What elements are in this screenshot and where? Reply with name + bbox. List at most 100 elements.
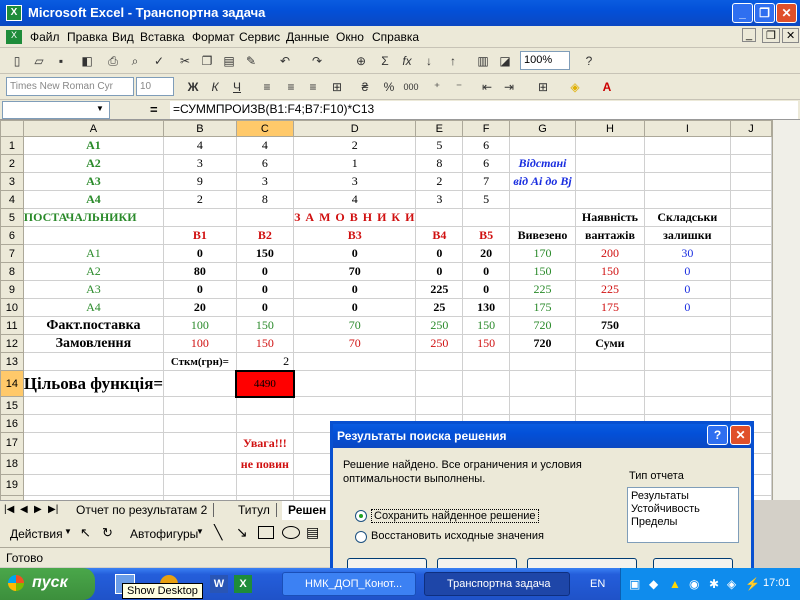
cell[interactable]	[508, 352, 577, 371]
column-header[interactable]: F	[462, 120, 510, 137]
cell[interactable]: 150	[462, 316, 510, 335]
row-header[interactable]: 6	[0, 226, 24, 245]
cell[interactable]: 130	[462, 298, 510, 317]
cell[interactable]: 2	[415, 172, 464, 191]
cell[interactable]: 2	[293, 136, 417, 155]
drawing-icon[interactable]: ◪	[496, 52, 514, 70]
sheet-tab-active[interactable]: Решен	[282, 501, 333, 521]
percent-icon[interactable]: %	[380, 78, 398, 96]
start-button[interactable]: пуск	[0, 568, 95, 600]
actions-dropdown-icon[interactable]: ▼	[64, 527, 72, 536]
cell[interactable]: 150	[235, 316, 295, 335]
new-icon[interactable]: ▯	[8, 52, 26, 70]
sheet-tab[interactable]: Титул	[232, 503, 277, 517]
cell[interactable]: залишки	[643, 226, 731, 245]
cell[interactable]: 25	[415, 298, 464, 317]
paste-icon[interactable]: ▤	[220, 52, 238, 70]
row-header[interactable]: 10	[0, 298, 24, 317]
cell[interactable]: A4	[22, 190, 165, 209]
row-header[interactable]: 14	[0, 370, 24, 397]
cell[interactable]: Наявність	[575, 208, 645, 227]
row-header[interactable]: 19	[0, 474, 24, 496]
cell[interactable]	[729, 334, 772, 353]
row-header[interactable]: 3	[0, 172, 24, 191]
cell[interactable]	[293, 370, 417, 397]
cell[interactable]: 200	[575, 244, 645, 263]
row-header[interactable]: 7	[0, 244, 24, 263]
cell[interactable]	[235, 208, 295, 227]
cell[interactable]: 6	[462, 136, 510, 155]
cell[interactable]	[22, 396, 165, 415]
cell[interactable]	[729, 172, 772, 191]
zoom-select[interactable]: 100%	[520, 51, 570, 70]
copy-icon[interactable]: ❐	[198, 52, 216, 70]
cell[interactable]: B1	[163, 226, 237, 245]
cell[interactable]: не повин	[235, 453, 295, 475]
cell[interactable]: 70	[293, 316, 417, 335]
cell[interactable]: 20	[462, 244, 510, 263]
cell[interactable]: Відстані	[508, 154, 577, 173]
cell[interactable]: 20	[163, 298, 237, 317]
cell[interactable]	[575, 396, 645, 415]
column-header[interactable]: H	[575, 120, 645, 137]
prev-sheet-icon[interactable]: ◀	[20, 504, 28, 515]
cell[interactable]: B2	[235, 226, 295, 245]
cell[interactable]	[643, 172, 731, 191]
cell[interactable]: 0	[163, 280, 237, 299]
cell[interactable]: Суми	[575, 334, 645, 353]
merge-center-icon[interactable]: ⊞	[328, 78, 346, 96]
menu-format[interactable]: Формат	[192, 30, 235, 44]
textbox-icon[interactable]: ▤	[306, 524, 319, 541]
cell[interactable]: від Ai до Bj	[508, 172, 577, 191]
formula-input[interactable]: =СУММПРОИЗВ(B1:F4;B7:F10)*C13	[170, 101, 798, 119]
row-header[interactable]: 15	[0, 396, 24, 415]
cell[interactable]: 3	[293, 172, 417, 191]
report-option[interactable]: Пределы	[631, 516, 735, 529]
cell[interactable]: 70	[293, 262, 417, 281]
save-icon[interactable]: ▪	[52, 52, 70, 70]
decrease-decimal-icon[interactable]: ⁻	[450, 78, 468, 96]
doc-minimize-button[interactable]: _	[742, 28, 757, 42]
cell[interactable]: 170	[508, 244, 577, 263]
line-icon[interactable]: ╲	[214, 524, 222, 541]
cell[interactable]: 0	[415, 262, 464, 281]
cell[interactable]: A4	[22, 298, 165, 317]
cell[interactable]: Факт.поставка	[22, 316, 165, 335]
dialog-help-button[interactable]: ?	[707, 425, 728, 445]
cell[interactable]	[508, 208, 577, 227]
decrease-indent-icon[interactable]: ⇤	[478, 78, 496, 96]
borders-icon[interactable]: ⊞	[534, 78, 552, 96]
cell[interactable]	[575, 352, 645, 371]
sheet-tab[interactable]: Отчет по результатам 2	[70, 503, 215, 517]
cell[interactable]	[163, 370, 237, 397]
cell[interactable]: 225	[575, 280, 645, 299]
cell[interactable]: 80	[163, 262, 237, 281]
cell[interactable]: 5	[415, 136, 464, 155]
row-header[interactable]: 5	[0, 208, 24, 227]
menu-view[interactable]: Вид	[112, 30, 134, 44]
cell[interactable]	[163, 396, 237, 415]
currency-icon[interactable]: ₴	[356, 78, 374, 96]
cell[interactable]: 750	[575, 316, 645, 335]
cell[interactable]: A3	[22, 172, 165, 191]
keep-solution-radio[interactable]	[355, 510, 367, 522]
row-header[interactable]: 8	[0, 262, 24, 281]
restore-values-radio[interactable]	[355, 531, 367, 543]
tray-icon[interactable]: ▲	[669, 577, 681, 591]
cell[interactable]	[643, 396, 731, 415]
cell[interactable]	[415, 208, 464, 227]
help-icon[interactable]: ?	[580, 52, 598, 70]
cell[interactable]: A2	[22, 262, 165, 281]
font-color-icon[interactable]: A	[598, 78, 616, 96]
cell[interactable]	[729, 316, 772, 335]
word-icon[interactable]: W	[210, 575, 228, 593]
close-button[interactable]: ✕	[776, 3, 797, 23]
underline-icon[interactable]: Ч	[228, 78, 246, 96]
cell[interactable]	[163, 208, 237, 227]
cell[interactable]: 3	[415, 190, 464, 209]
cell[interactable]	[462, 370, 510, 397]
cell[interactable]: 720	[508, 334, 577, 353]
cell[interactable]: 175	[508, 298, 577, 317]
menu-window[interactable]: Окно	[336, 30, 364, 44]
oval-icon[interactable]	[282, 526, 300, 539]
